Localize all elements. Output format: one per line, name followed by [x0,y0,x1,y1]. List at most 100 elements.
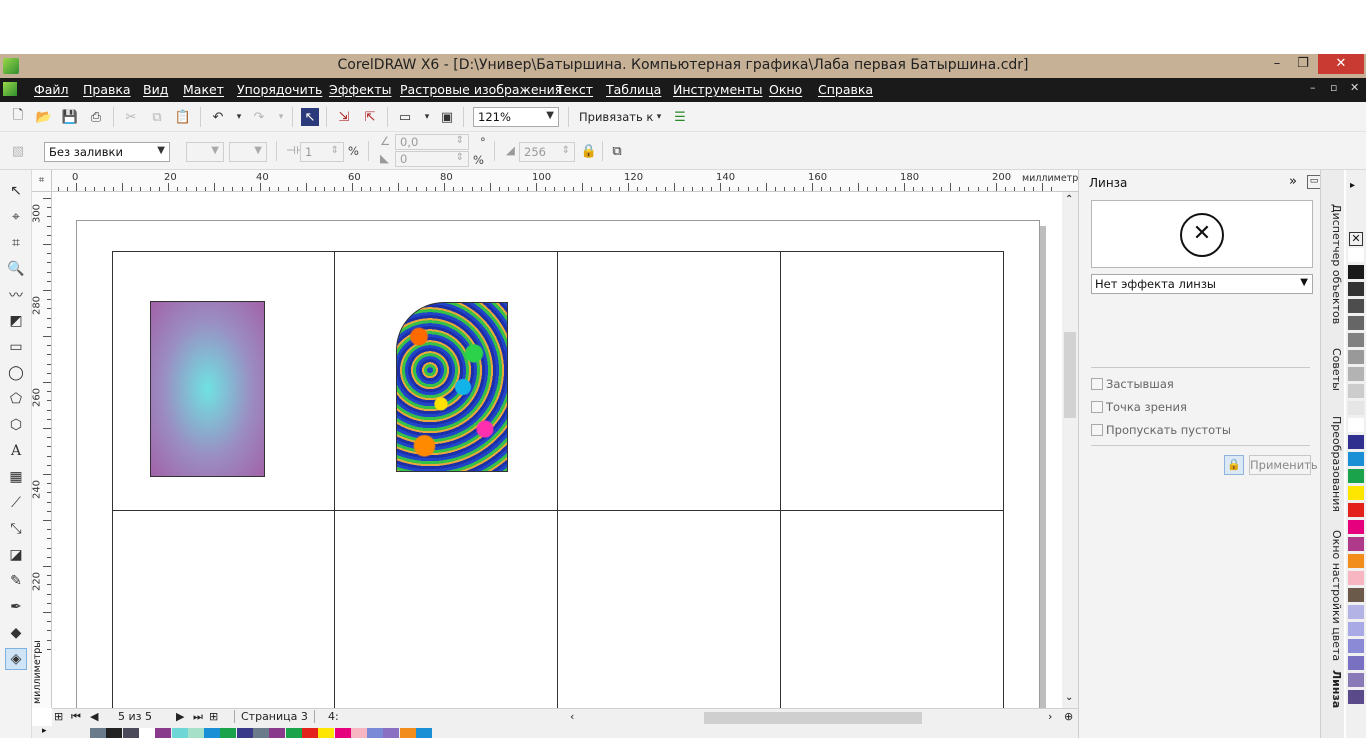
lock-icon[interactable]: 🔒 [1224,455,1244,475]
outline-pen-tool-icon[interactable]: ✒ [5,596,27,618]
export-icon[interactable]: ⇱ [361,108,379,126]
copy-properties-icon[interactable]: ⧉ [608,142,626,160]
first-page-icon[interactable]: ⏮ [71,710,81,724]
color-swatch[interactable] [1348,537,1364,552]
copy-icon[interactable]: ⧉ [148,108,166,126]
color-swatch[interactable] [367,728,384,738]
zoom-level-select[interactable]: 121% ▼ [473,107,559,127]
color-swatch[interactable] [1348,316,1364,331]
color-swatch[interactable] [204,728,221,738]
skip-blank-checkbox[interactable]: Пропускать пустоты [1091,423,1231,437]
color-swatch[interactable] [1348,673,1364,688]
add-page-before-icon[interactable]: ⊞ [54,710,63,723]
text-tool-icon[interactable]: A [5,440,27,462]
outline-width-field[interactable]: 1 ⇕ [300,142,344,162]
color-swatch[interactable] [1348,469,1364,484]
color-swatch[interactable] [138,728,155,738]
launcher-dropdown-icon[interactable]: ▾ [418,108,436,126]
menu-table[interactable]: Таблица [606,82,661,97]
new-icon[interactable]: 🗋 [9,108,27,126]
smart-fill-tool-icon[interactable]: ◩ [5,310,27,332]
color-swatch[interactable] [155,728,172,738]
tab-lens[interactable]: Линза [1323,670,1343,708]
color-swatch[interactable] [1348,367,1364,382]
menu-effects[interactable]: Эффекты [329,82,392,97]
welcome-screen-icon[interactable]: ▣ [438,108,456,126]
color-swatch[interactable] [285,728,302,738]
connector-tool-icon[interactable]: ⤡ [5,518,27,540]
color-swatch[interactable] [1348,401,1364,416]
drawing-canvas[interactable] [52,192,1062,708]
application-launcher-icon[interactable]: ▭ [396,108,414,126]
apply-button[interactable]: Применить [1249,455,1318,475]
color-swatch[interactable] [416,728,432,738]
color-swatch[interactable] [1348,486,1364,501]
color-swatch[interactable] [318,728,335,738]
color-swatch[interactable] [187,728,204,738]
fill-select[interactable]: Без заливки ▼ [44,142,170,162]
doc-restore-icon[interactable]: ▫ [1330,81,1337,94]
menu-arrange[interactable]: Упорядочить [237,82,322,97]
color-swatch[interactable] [1348,690,1364,705]
next-page-icon[interactable]: ▶ [176,710,184,723]
vertical-scrollbar[interactable]: ⌃ ⌄ [1062,192,1078,708]
horizontal-scroll-thumb[interactable] [704,712,922,724]
color-swatch[interactable] [1348,554,1364,569]
scroll-right-icon[interactable]: › [1048,710,1052,723]
color-swatch[interactable] [1348,282,1364,297]
tab-color-styles[interactable]: Окно настройки цвета [1323,530,1343,661]
paste-icon[interactable]: 📋 [174,108,192,126]
open-icon[interactable]: 📂 [35,108,53,126]
color-swatch[interactable] [350,728,367,738]
close-button[interactable]: ✕ [1318,54,1364,74]
zoom-tool-icon[interactable]: 🔍 [5,258,27,280]
menu-file[interactable]: Файл [34,82,69,97]
color-swatch[interactable] [1348,248,1364,263]
texture-shape[interactable] [396,302,508,472]
page-tab-next[interactable]: 4: [328,710,339,723]
scroll-thumb[interactable] [1064,332,1076,418]
last-page-icon[interactable]: ⏭ [193,710,203,724]
vertical-ruler[interactable]: миллиметры 300 280 260 240 220 [32,192,52,708]
color-swatch[interactable] [269,728,286,738]
palette-scroll-icon[interactable]: ▸ [1350,180,1355,191]
viewpoint-checkbox[interactable]: Точка зрения [1091,400,1187,414]
page-tab-current[interactable]: Страница 3 [234,710,315,723]
search-content-icon[interactable]: ↖ [301,108,319,126]
gradient-rectangle[interactable] [150,301,265,477]
color-swatch[interactable] [1348,571,1364,586]
lens-type-select[interactable]: Нет эффекта линзы ▼ [1091,274,1313,294]
blend-tool-icon[interactable]: ◪ [5,544,27,566]
rectangle-tool-icon[interactable]: ▭ [5,336,27,358]
transparency-select[interactable]: ▼ [186,142,224,162]
fill-tool-icon[interactable]: ◆ [5,622,27,644]
color-swatch[interactable] [301,728,318,738]
menu-view[interactable]: Вид [143,82,168,97]
add-page-after-icon[interactable]: ⊞ [209,710,218,723]
options-icon[interactable]: ☰ [671,108,689,126]
color-swatch[interactable] [1348,299,1364,314]
color-swatch[interactable] [383,728,400,738]
menu-window[interactable]: Окно [769,82,802,97]
color-swatch[interactable] [1348,605,1364,620]
menu-edit[interactable]: Правка [83,82,131,97]
redo-icon[interactable]: ↷ [250,108,268,126]
color-swatch[interactable] [1348,639,1364,654]
tab-object-manager[interactable]: Диспетчер объектов [1323,204,1343,324]
print-icon[interactable]: ⎙ [87,108,105,126]
docker-expand-icon[interactable]: » [1289,174,1297,189]
palette-scroll-icon[interactable]: ▸ [42,726,47,736]
cut-icon[interactable]: ✂ [122,108,140,126]
shape-tool-icon[interactable]: ⌖ [5,206,27,228]
color-swatch[interactable] [399,728,416,738]
color-swatch[interactable] [1348,333,1364,348]
document-icon[interactable] [3,82,17,96]
color-swatch[interactable] [122,728,139,738]
lock-icon[interactable]: 🔒 [580,142,598,160]
bitmap-steps-field[interactable]: 256 ⇕ [519,142,575,162]
color-swatch[interactable] [334,728,351,738]
freehand-tool-icon[interactable]: 〰 [5,284,27,306]
color-swatch[interactable] [1348,503,1364,518]
scroll-up-icon[interactable]: ⌃ [1065,194,1073,205]
offset-field[interactable]: 0 ⇕ [395,151,469,167]
